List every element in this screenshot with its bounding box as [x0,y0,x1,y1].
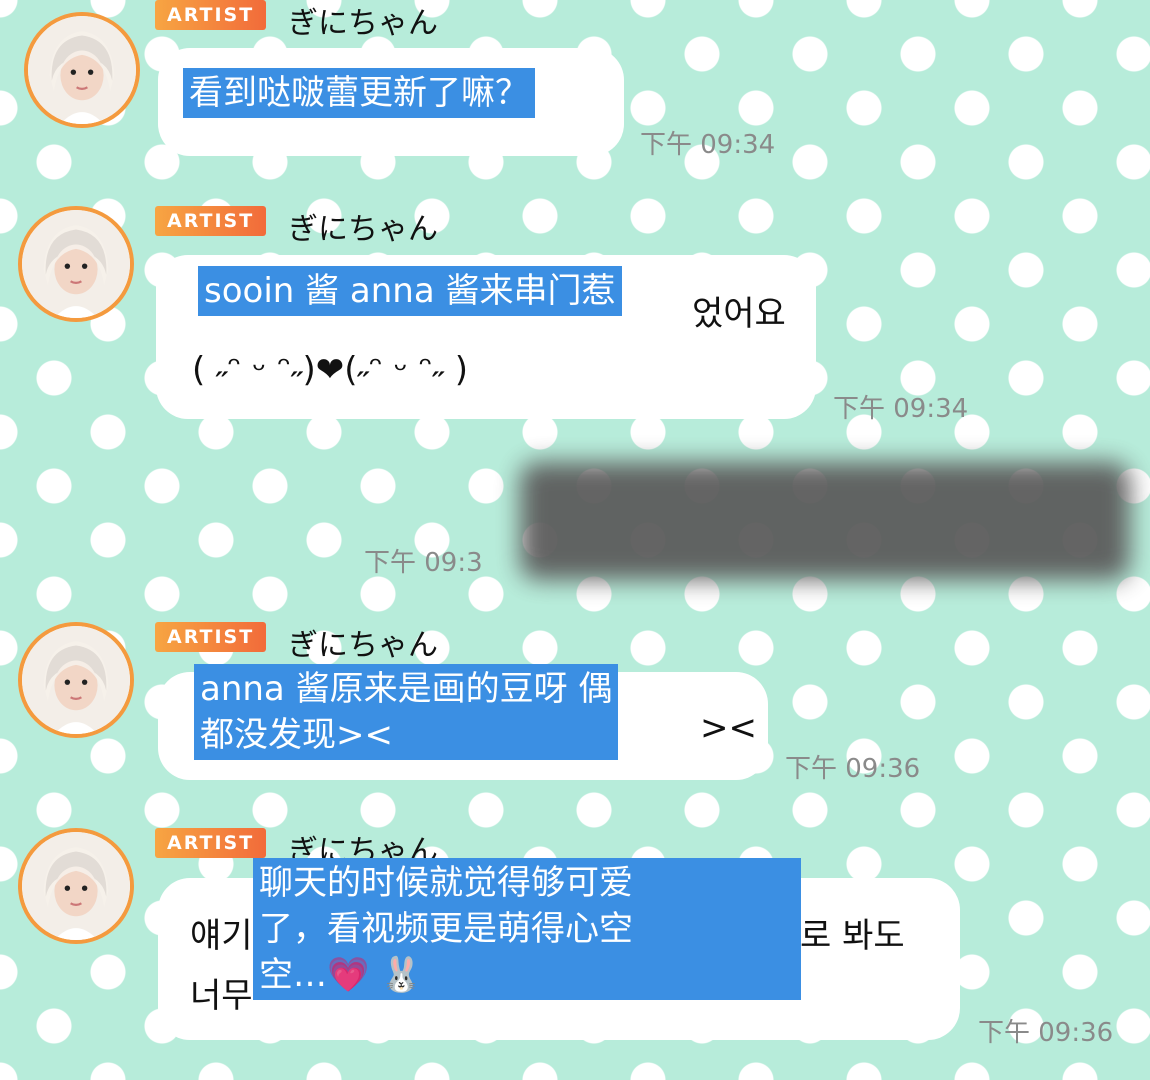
sender-name: ぎにちゃん [288,212,438,247]
message-timestamp: 下午 09:34 [833,394,969,424]
translation-line: 了，看视频更是萌得心空 [259,909,633,949]
message-timestamp: 下午 09:36 [785,754,921,784]
translation-overlay: sooin 酱 anna 酱来串门惹 [198,266,622,316]
artist-badge: ARTIST [155,622,267,652]
message-original-text: 로 봐도 [800,916,905,956]
translation-overlay: 看到哒啵蕾更新了嘛？ [183,68,535,118]
message-timestamp: 下午 09:34 [640,130,776,160]
avatar[interactable] [18,206,134,322]
translation-line: 聊天的时候就觉得够可爱 [259,863,633,903]
artist-badge: ARTIST [155,828,267,858]
sender-name: ぎにちゃん [288,628,438,663]
translation-overlay: 聊天的时候就觉得够可爱 了，看视频更是萌得心空 空…💗 🐰 [253,858,801,1000]
avatar[interactable] [24,12,140,128]
blurred-outgoing-message[interactable] [520,462,1130,580]
artist-badge: ARTIST [155,0,267,30]
message-original-text: >< [700,708,757,748]
message-original-text: 얘기 [190,916,253,956]
translation-line: 空…💗 🐰 [259,955,423,995]
message-timestamp: 下午 09:3 [364,548,483,578]
message-original-text: 었어요 [692,294,786,334]
avatar[interactable] [18,828,134,944]
translation-line: 都没发现>< [200,715,393,755]
translation-overlay: anna 酱原来是画的豆呀 偶 都没发现>< [194,664,619,760]
translation-line: anna 酱原来是画的豆呀 偶 [200,669,613,709]
message-original-text: ( ˶ᵔ ᵕ ᵔ˶)❤(˶ᵔ ᵕ ᵔ˶ ) [192,350,469,390]
translation-line: 看到哒啵蕾更新了嘛？ [189,73,529,113]
artist-badge: ARTIST [155,206,267,236]
avatar[interactable] [18,622,134,738]
translation-line: sooin 酱 anna 酱来串门惹 [204,271,616,311]
message-timestamp: 下午 09:36 [978,1018,1114,1048]
message-original-text: 너무 [190,976,253,1016]
sender-name: ぎにちゃん [288,6,438,41]
